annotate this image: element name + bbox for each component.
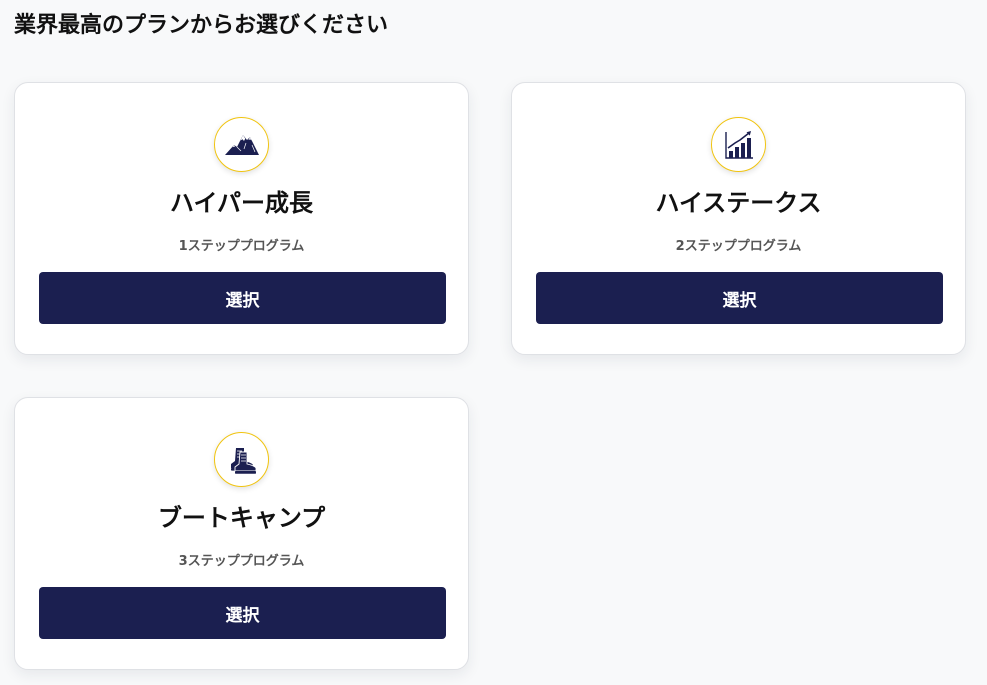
plan-card-high-stakes: ハイステークス 2ステッププログラム 選択	[511, 82, 966, 355]
boots-icon	[214, 432, 269, 487]
plan-subtitle: 3ステッププログラム	[178, 554, 305, 569]
plan-card-bootcamp: ブートキャンプ 3ステッププログラム 選択	[14, 397, 469, 670]
plan-title: ブートキャンプ	[157, 504, 326, 532]
plan-subtitle: 2ステッププログラム	[675, 239, 802, 254]
mountain-icon	[214, 117, 269, 172]
plan-subtitle: 1ステッププログラム	[178, 239, 305, 254]
select-button-high-stakes[interactable]: 選択	[536, 272, 943, 324]
growth-chart-icon	[711, 117, 766, 172]
select-button-hyper-growth[interactable]: 選択	[39, 272, 446, 324]
plan-title: ハイパー成長	[169, 189, 314, 217]
page-title: 業界最高のプランからお選びください	[14, 13, 389, 38]
plan-title: ハイステークス	[655, 189, 822, 217]
select-button-bootcamp[interactable]: 選択	[39, 587, 446, 639]
plan-card-hyper-growth: ハイパー成長 1ステッププログラム 選択	[14, 82, 469, 355]
